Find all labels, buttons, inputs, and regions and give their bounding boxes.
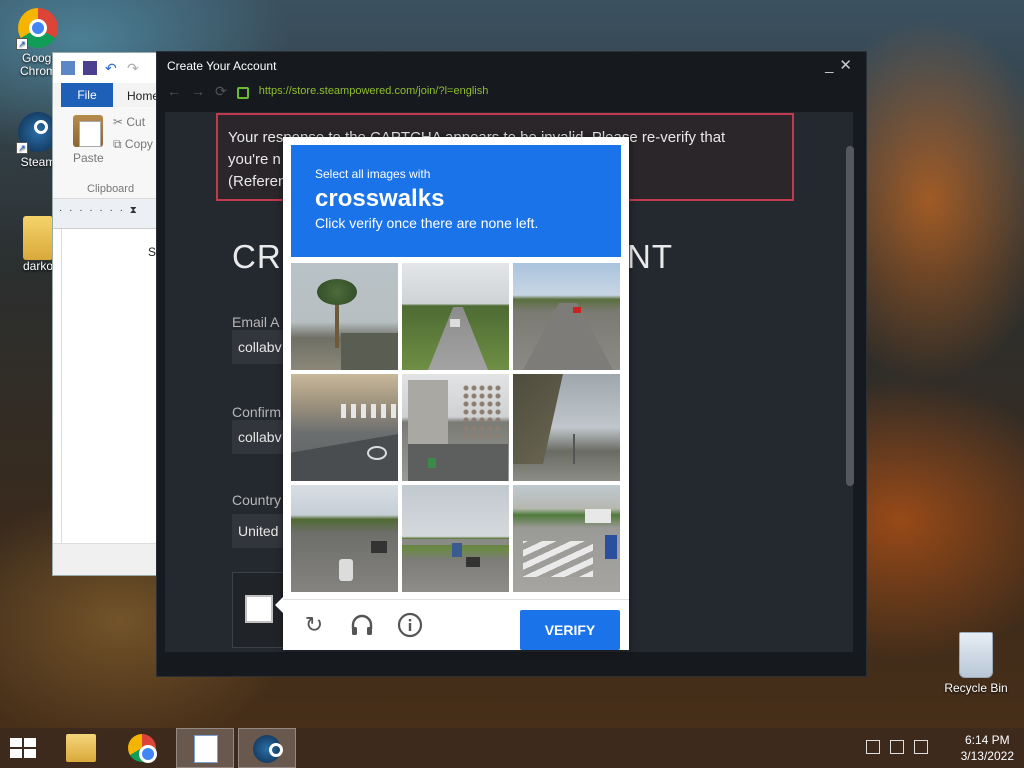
email-label: Email A xyxy=(232,314,280,330)
clock[interactable]: 6:14 PM 3/13/2022 xyxy=(961,732,1014,764)
cut-button[interactable]: ✂ Cut xyxy=(113,115,145,129)
captcha-tile-intersection-crosswalk[interactable] xyxy=(291,374,398,481)
undo-icon[interactable]: ↶ xyxy=(105,61,119,75)
save-icon[interactable] xyxy=(83,61,97,75)
document-area[interactable]: S xyxy=(61,229,159,543)
redo-icon[interactable]: ↷ xyxy=(127,61,141,75)
cut-label: Cut xyxy=(126,115,146,129)
folder-icon xyxy=(23,216,53,260)
navigation-bar: ← → ⟳ https://store.steampowered.com/joi… xyxy=(157,80,866,102)
window-controls: _✕ xyxy=(825,52,858,80)
captcha-target: crosswalks xyxy=(315,185,445,212)
taskbar-wordpad[interactable] xyxy=(176,728,234,768)
verify-button[interactable]: VERIFY xyxy=(520,610,620,650)
chrome-icon xyxy=(128,734,157,763)
reload-challenge-icon[interactable]: ↻ xyxy=(301,612,327,638)
headphones-svg xyxy=(351,614,373,635)
captcha-tile-motorcycle-road[interactable] xyxy=(291,485,398,592)
document-text: S xyxy=(148,245,157,259)
wordpad-icon xyxy=(194,735,218,763)
steam-icon xyxy=(253,735,283,763)
captcha-tile-highway-overpass[interactable] xyxy=(402,485,509,592)
captcha-tile-palm-tree[interactable] xyxy=(291,263,398,370)
window-titlebar: Create Your Account _✕ xyxy=(157,52,866,80)
tab-file[interactable]: File xyxy=(61,83,113,107)
scissors-icon: ✂ xyxy=(113,115,127,129)
reload-icon[interactable]: ⟳ xyxy=(215,83,227,100)
vertical-scrollbar[interactable] xyxy=(846,146,854,486)
paste-button[interactable]: Paste xyxy=(73,151,104,165)
captcha-header: Select all images with crosswalks Click … xyxy=(291,145,621,257)
ruler[interactable]: · · · · · · · ⧗ xyxy=(53,199,159,229)
wordpad-app-icon xyxy=(61,61,75,75)
taskbar-file-explorer[interactable] xyxy=(52,728,110,768)
captcha-hint: Click verify once there are none left. xyxy=(315,215,539,231)
window-title: Create Your Account xyxy=(167,59,277,73)
info-icon[interactable] xyxy=(397,612,423,638)
chrome-icon: ↗ xyxy=(16,8,58,50)
captcha-tile-street-buildings[interactable] xyxy=(513,374,620,481)
copy-label: Copy xyxy=(124,137,153,151)
copy-button[interactable]: ⧉ Copy xyxy=(113,137,153,152)
captcha-image-grid xyxy=(291,263,621,593)
horizontal-scrollbar[interactable] xyxy=(53,543,159,575)
wordpad-ribbon: Paste ✂ Cut ⧉ Copy Clipboard xyxy=(53,107,159,199)
start-button-windows-icon[interactable] xyxy=(10,738,38,760)
wordpad-titlebar: ↶ ↷ xyxy=(53,53,159,83)
desktop-icon-recycle-bin[interactable]: Recycle Bin xyxy=(938,632,1014,695)
country-label: Country xyxy=(232,492,282,508)
lock-icon xyxy=(236,87,249,99)
taskbar: 6:14 PM 3/13/2022 xyxy=(0,728,1024,768)
file-explorer-icon xyxy=(66,734,96,762)
page-heading: CR xyxy=(232,238,282,275)
page-heading-end: NT xyxy=(627,238,673,275)
paste-icon[interactable] xyxy=(73,115,103,147)
captcha-tile-road-median[interactable] xyxy=(402,263,509,370)
minimize-button[interactable]: _ xyxy=(825,57,839,74)
taskbar-steam[interactable] xyxy=(238,728,296,768)
captcha-tile-crosswalk-street[interactable] xyxy=(513,485,620,592)
close-button[interactable]: ✕ xyxy=(839,57,858,74)
volume-muted-icon[interactable] xyxy=(914,740,928,754)
copy-icon: ⧉ xyxy=(113,137,125,151)
desktop-icon-label: Recycle Bin xyxy=(944,681,1008,695)
action-center-flag-icon[interactable] xyxy=(866,740,880,754)
confirm-email-label: Confirm xyxy=(232,404,282,420)
wordpad-window[interactable]: ↶ ↷ File Home Paste ✂ Cut ⧉ Copy Clipboa… xyxy=(52,52,160,576)
captcha-tile-parking-garage[interactable] xyxy=(402,374,509,481)
back-arrow-icon[interactable]: ← xyxy=(167,83,181,99)
info-svg xyxy=(397,612,423,638)
popup-pointer xyxy=(275,597,283,613)
url-text: https://store.steampowered.com/join/?l=e… xyxy=(258,85,489,97)
clipboard-group-label: Clipboard xyxy=(87,183,135,195)
taskbar-chrome[interactable] xyxy=(114,728,172,768)
tab-home[interactable]: Home xyxy=(113,89,159,107)
captcha-challenge-popup: Select all images with crosswalks Click … xyxy=(275,137,629,650)
wordpad-ribbon-tabs: File Home xyxy=(53,83,159,107)
captcha-footer: ↻ VERIFY xyxy=(283,599,629,650)
audio-challenge-headphones-icon[interactable] xyxy=(349,612,375,638)
recaptcha-checkbox[interactable] xyxy=(245,595,273,623)
captcha-instruction: Select all images with xyxy=(315,167,431,181)
forward-arrow-icon[interactable]: → xyxy=(191,83,205,99)
recycle-bin-icon xyxy=(959,632,993,678)
clock-date: 3/13/2022 xyxy=(960,749,1014,763)
network-icon[interactable] xyxy=(890,740,904,754)
system-tray xyxy=(866,740,928,754)
captcha-tile-road-traffic[interactable] xyxy=(513,263,620,370)
clock-time: 6:14 PM xyxy=(964,733,1010,747)
